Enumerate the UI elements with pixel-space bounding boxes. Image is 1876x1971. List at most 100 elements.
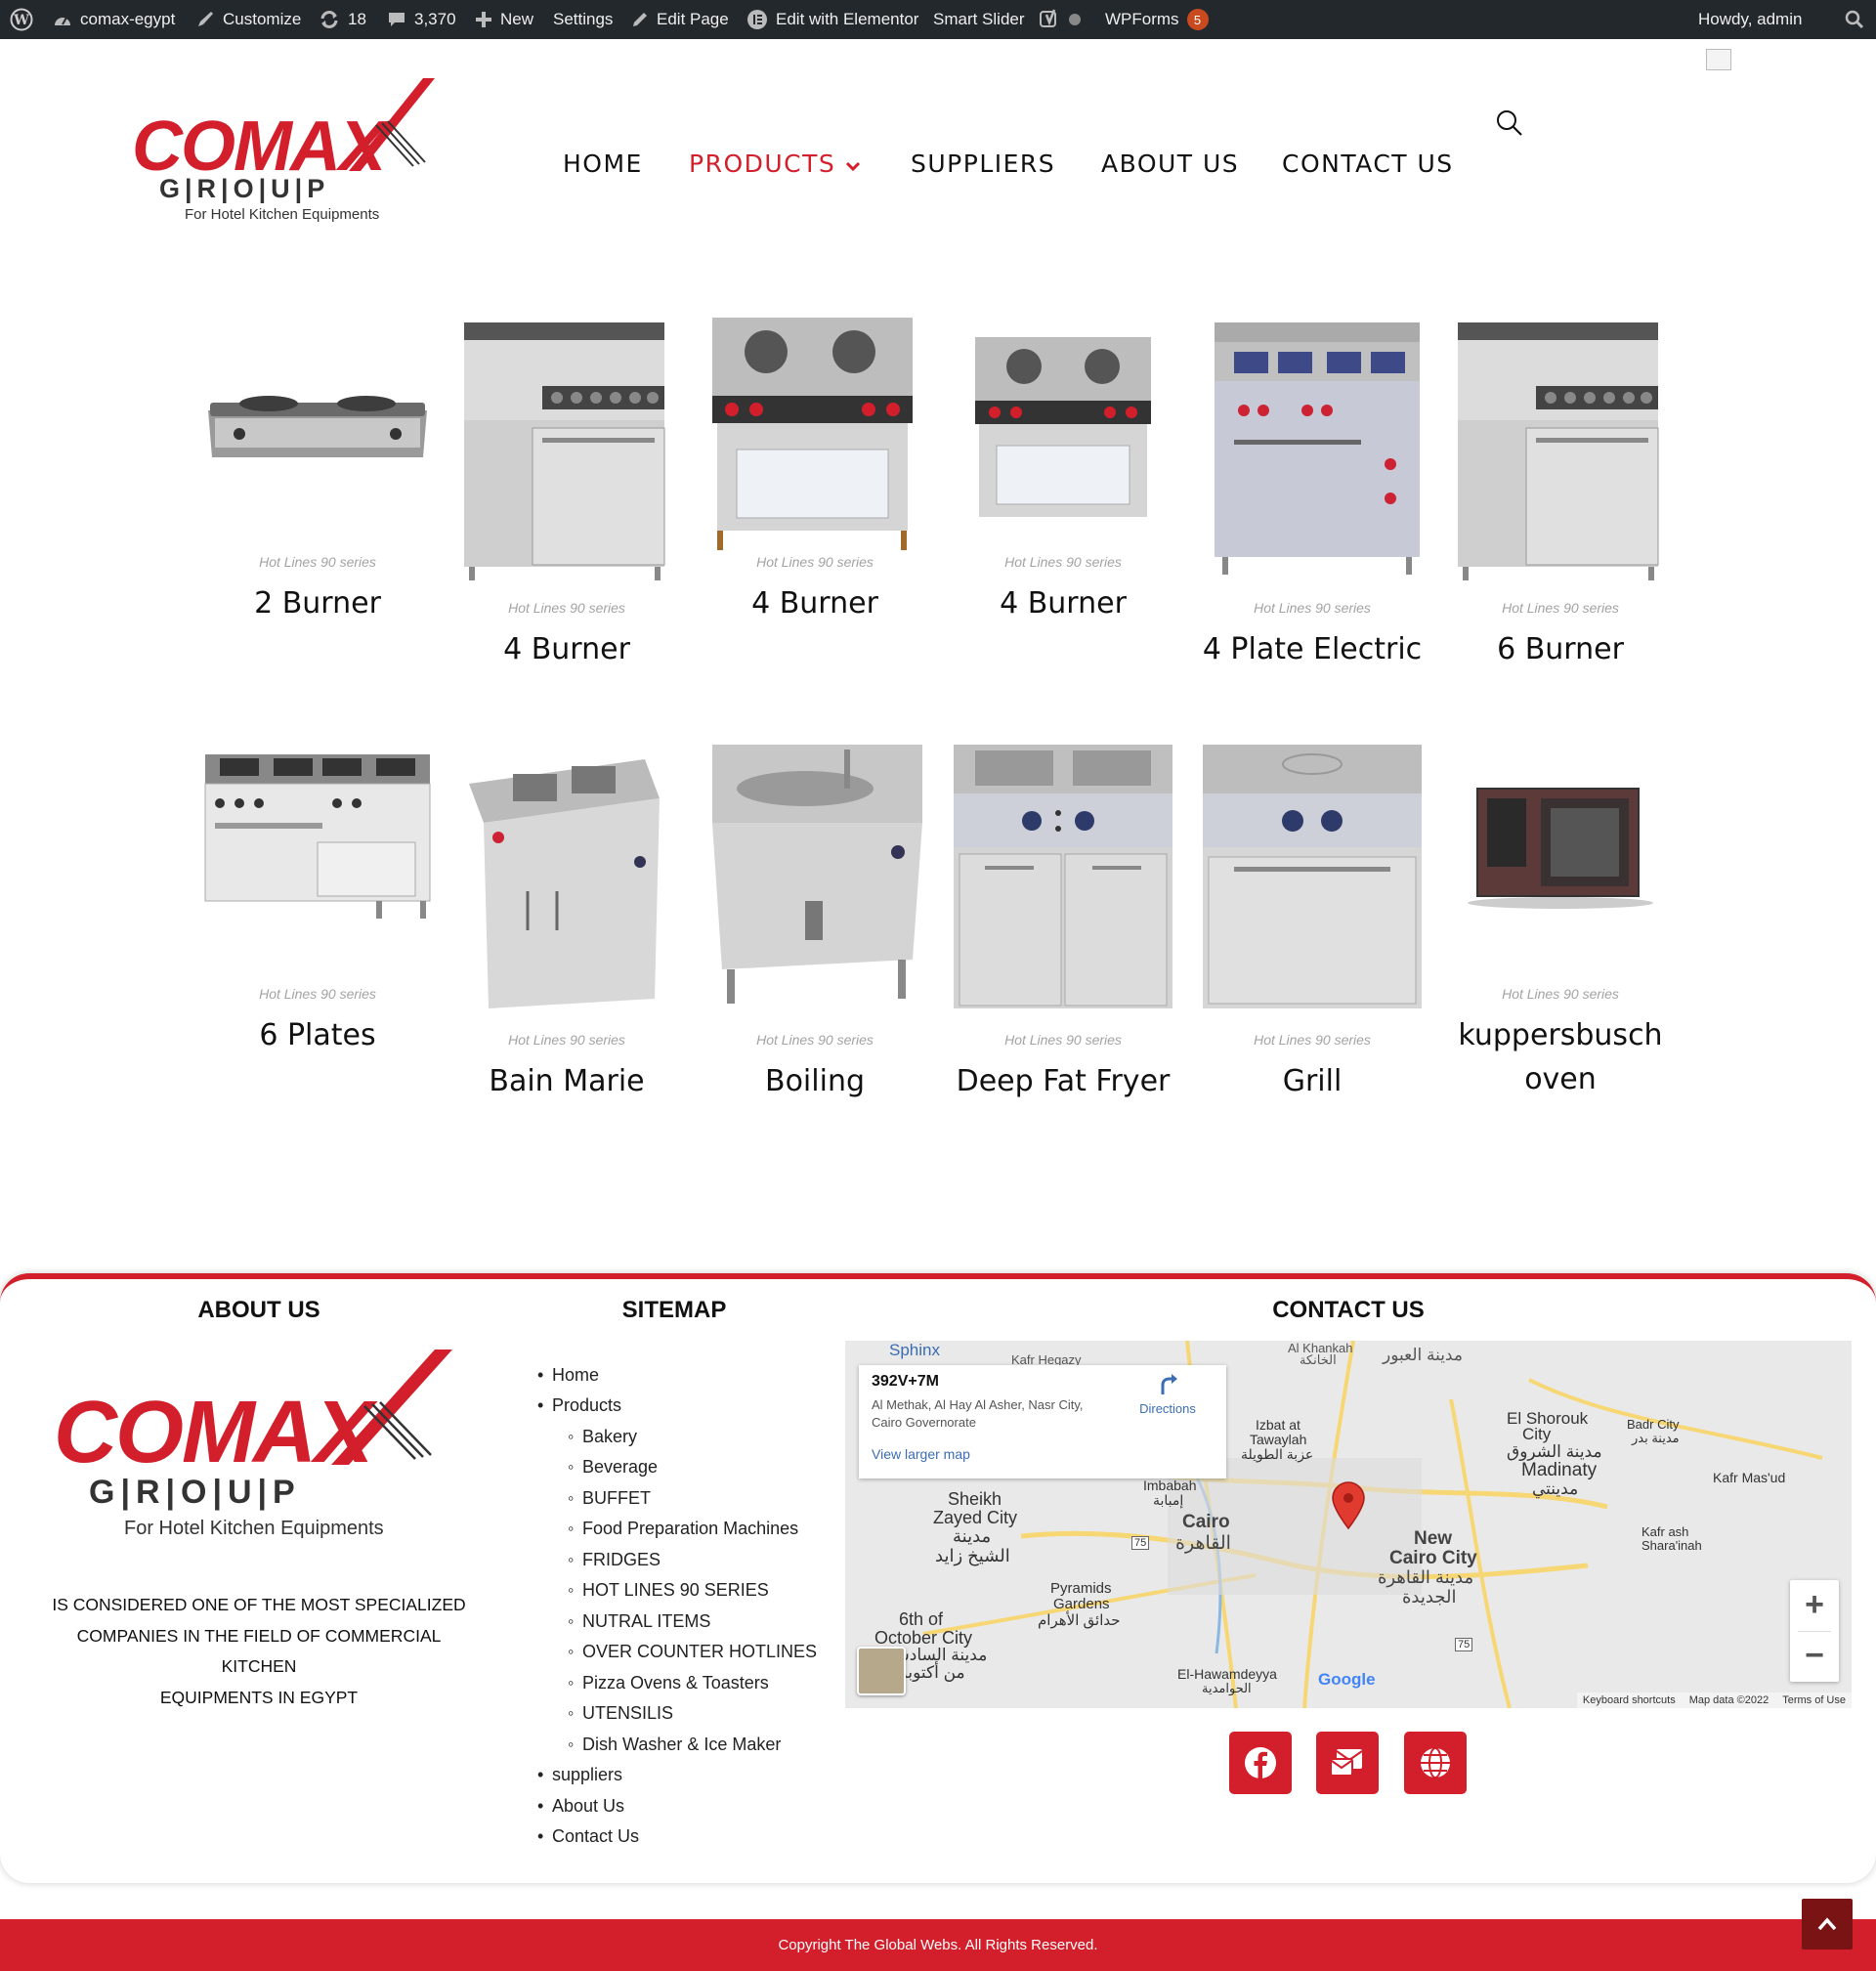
sitemap-link-home[interactable]: • Home xyxy=(537,1365,599,1386)
wordpress-icon[interactable]: W xyxy=(10,0,33,39)
sitemap-link-over-counter[interactable]: ◦ OVER COUNTER HOTLINES xyxy=(568,1642,817,1662)
sitemap-link-utensils[interactable]: ◦ UTENSILIS xyxy=(568,1703,673,1724)
nav-products[interactable]: PRODUCTS xyxy=(689,150,861,178)
product-category[interactable]: Hot Lines 90 series xyxy=(698,554,932,570)
dashboard-icon xyxy=(53,11,72,28)
website-button[interactable] xyxy=(1404,1732,1467,1794)
sitemap-link-about[interactable]: • About Us xyxy=(537,1796,624,1817)
sitemap-label: NUTRAL ITEMS xyxy=(582,1611,711,1631)
map-label: الشيخ زايد xyxy=(935,1546,1010,1565)
facebook-button[interactable] xyxy=(1229,1732,1292,1794)
sitemap-link-food-prep[interactable]: ◦ Food Preparation Machines xyxy=(568,1519,798,1539)
mail-button[interactable] xyxy=(1316,1732,1379,1794)
status-dot-icon xyxy=(1068,13,1082,26)
yoast-link[interactable] xyxy=(1039,0,1082,39)
nav-contact[interactable]: CONTACT US xyxy=(1282,150,1454,178)
product-category[interactable]: Hot Lines 90 series xyxy=(946,554,1180,570)
product-image[interactable] xyxy=(1195,313,1429,586)
product-image[interactable] xyxy=(698,745,932,1018)
sitemap-link-bakery[interactable]: ◦ Bakery xyxy=(568,1427,637,1447)
customize-link[interactable]: Customize xyxy=(195,0,301,39)
site-name-link[interactable]: comax-egypt xyxy=(53,0,175,39)
product-title[interactable]: 4 Plate Electric xyxy=(1195,627,1429,671)
map-label: Sheikh xyxy=(948,1489,1002,1509)
product-image[interactable] xyxy=(449,745,684,1018)
product-category[interactable]: Hot Lines 90 series xyxy=(1195,600,1429,616)
product-title-line: oven xyxy=(1524,1062,1597,1096)
product-image[interactable] xyxy=(1443,745,1678,1018)
product-category[interactable]: Hot Lines 90 series xyxy=(698,1032,932,1048)
product-image[interactable] xyxy=(946,313,1180,586)
product-image[interactable] xyxy=(1195,745,1429,1018)
embedded-map[interactable]: Sphinx Kafr Hegazy Al Khankah الخانكة مد… xyxy=(845,1341,1852,1708)
search-icon[interactable] xyxy=(1496,109,1523,142)
product-category[interactable]: Hot Lines 90 series xyxy=(1443,986,1678,1002)
product-image[interactable] xyxy=(946,745,1180,1018)
wpforms-link[interactable]: WPForms 5 xyxy=(1105,0,1209,39)
product-title[interactable]: 4 Burner xyxy=(449,627,684,671)
sitemap-link-nutral[interactable]: ◦ NUTRAL ITEMS xyxy=(568,1611,711,1632)
sitemap-link-buffet[interactable]: ◦ BUFFET xyxy=(568,1488,651,1509)
product-title[interactable]: Boiling xyxy=(698,1059,932,1103)
map-terms-link[interactable]: Terms of Use xyxy=(1782,1694,1846,1706)
comments-link[interactable]: 3,370 xyxy=(387,0,456,39)
nav-products-label: PRODUCTS xyxy=(689,150,836,178)
sitemap-link-beverage[interactable]: ◦ Beverage xyxy=(568,1457,658,1478)
sitemap-link-suppliers[interactable]: • suppliers xyxy=(537,1765,622,1785)
map-directions-button[interactable]: Directions xyxy=(1123,1365,1213,1424)
updates-link[interactable]: 18 xyxy=(319,0,366,39)
map-pin-icon[interactable] xyxy=(1331,1481,1366,1535)
product-title[interactable]: 6 Burner xyxy=(1443,627,1678,671)
map-keyboard-shortcuts[interactable]: Keyboard shortcuts xyxy=(1583,1694,1676,1706)
site-logo[interactable]: COMAX G|R|O|U|P For Hotel Kitchen Equipm… xyxy=(132,78,435,225)
sitemap-link-dish[interactable]: ◦ Dish Washer & Ice Maker xyxy=(568,1735,781,1755)
product-category[interactable]: Hot Lines 90 series xyxy=(449,600,684,616)
map-satellite-toggle[interactable] xyxy=(857,1647,906,1695)
product-title[interactable]: 2 Burner xyxy=(200,581,435,625)
search-icon[interactable] xyxy=(1845,0,1864,39)
product-title[interactable]: 4 Burner xyxy=(946,581,1180,625)
nav-home[interactable]: HOME xyxy=(563,150,643,178)
product-category[interactable]: Hot Lines 90 series xyxy=(1443,600,1678,616)
product-title[interactable]: Deep Fat Fryer xyxy=(946,1059,1180,1103)
footer-contact-heading: CONTACT US xyxy=(1272,1297,1425,1323)
map-label: مدينتي xyxy=(1532,1479,1579,1498)
edit-elementor-link[interactable]: Edit with Elementor xyxy=(746,0,918,39)
new-content-link[interactable]: New xyxy=(475,0,533,39)
sitemap-link-contact[interactable]: • Contact Us xyxy=(537,1826,639,1847)
product-category[interactable]: Hot Lines 90 series xyxy=(200,554,435,570)
nav-suppliers-label: SUPPLIERS xyxy=(911,150,1056,178)
product-image[interactable] xyxy=(200,313,435,586)
map-zoom-out-button[interactable]: − xyxy=(1790,1631,1839,1682)
nav-about[interactable]: ABOUT US xyxy=(1101,150,1239,178)
back-to-top-button[interactable] xyxy=(1802,1899,1853,1950)
product-category[interactable]: Hot Lines 90 series xyxy=(1195,1032,1429,1048)
sitemap-link-pizza[interactable]: ◦ Pizza Ovens & Toasters xyxy=(568,1673,769,1693)
product-image[interactable] xyxy=(1443,313,1678,586)
product-image[interactable] xyxy=(200,745,435,1018)
map-zoom-in-button[interactable]: + xyxy=(1790,1580,1839,1631)
sitemap-link-products[interactable]: • Products xyxy=(537,1395,621,1416)
product-category[interactable]: Hot Lines 90 series xyxy=(946,1032,1180,1048)
edit-page-link[interactable]: Edit Page xyxy=(631,0,729,39)
sitemap-link-fridges[interactable]: ◦ FRIDGES xyxy=(568,1550,661,1570)
product-title[interactable]: 6 Plates xyxy=(200,1013,435,1057)
product-image[interactable] xyxy=(449,313,684,586)
account-link[interactable]: Howdy, admin xyxy=(1698,0,1802,39)
nav-suppliers[interactable]: SUPPLIERS xyxy=(911,150,1055,178)
product-category[interactable]: Hot Lines 90 series xyxy=(200,986,435,1002)
product-title[interactable]: 4 Burner xyxy=(698,581,932,625)
product-title[interactable]: Bain Marie xyxy=(449,1059,684,1103)
sitemap-link-hot-lines[interactable]: ◦ HOT LINES 90 SERIES xyxy=(568,1580,769,1601)
footer-logo[interactable]: COMAX G|R|O|U|P For Hotel Kitchen Equipm… xyxy=(54,1350,464,1545)
product-image[interactable] xyxy=(698,313,932,586)
settings-link[interactable]: Settings xyxy=(553,0,613,39)
smart-slider-link[interactable]: Smart Slider xyxy=(933,0,1025,39)
map-label: Cairo xyxy=(1182,1512,1230,1532)
google-logo: Google xyxy=(1318,1670,1376,1689)
divider xyxy=(1798,1631,1831,1632)
map-view-larger-link[interactable]: View larger map xyxy=(872,1446,970,1462)
product-title[interactable]: Grill xyxy=(1195,1059,1429,1103)
product-title[interactable]: kuppersbusch oven xyxy=(1443,1013,1678,1101)
product-category[interactable]: Hot Lines 90 series xyxy=(449,1032,684,1048)
